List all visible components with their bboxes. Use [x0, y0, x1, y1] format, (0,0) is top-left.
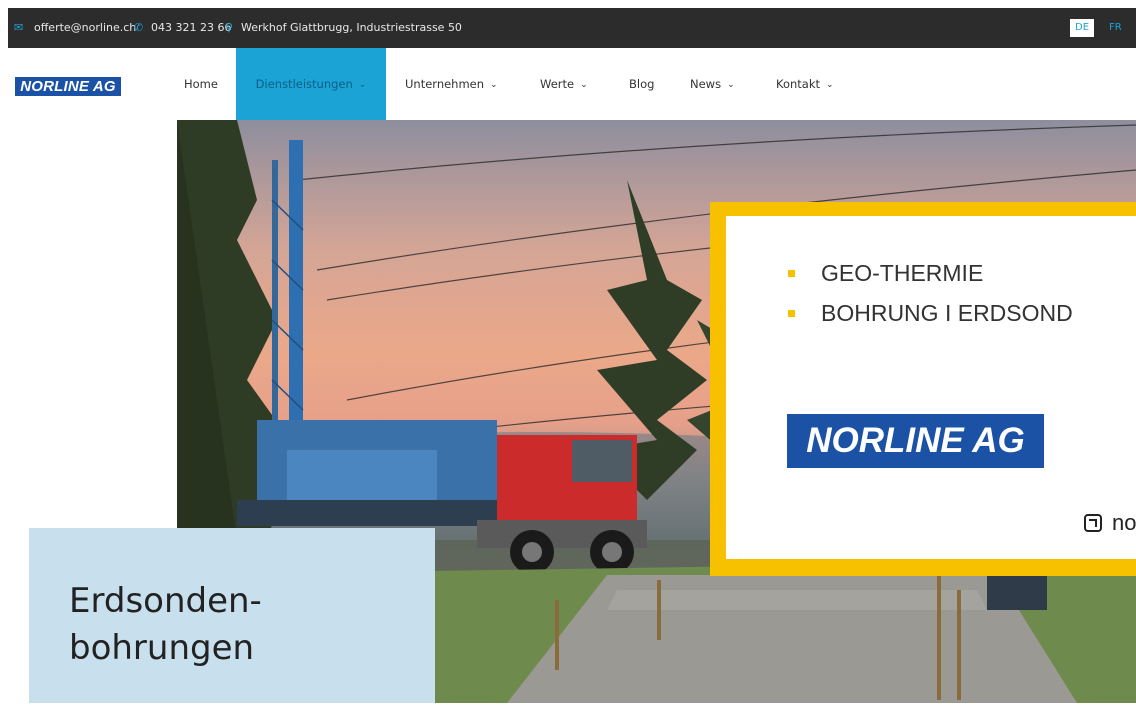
top-contact-bar: ✉ offerte@norline.ch ✆ 043 321 23 66 ⚲ W… [8, 8, 1136, 48]
nav-item-label: Unternehmen [405, 77, 485, 91]
nav-item-kontakt[interactable]: Kontakt ⌄ [776, 48, 834, 120]
main-navigation: NORLINE AG Home Dienstleistungen ⌄ Untern… [8, 48, 1136, 120]
nav-item-label: Dienstleistungen [255, 77, 353, 91]
nav-item-news[interactable]: News ⌄ [690, 48, 735, 120]
address-link[interactable]: Werkhof Glattbrugg, Industriestrasse 50 [241, 21, 462, 35]
nav-item-werte[interactable]: Werte ⌄ [540, 48, 588, 120]
chevron-down-icon: ⌄ [580, 80, 588, 90]
chevron-down-icon: ⌄ [826, 80, 834, 90]
nav-item-home[interactable]: Home [184, 48, 218, 120]
nav-item-label: Kontakt [776, 77, 821, 91]
nav-item-dienstleistungen[interactable]: Dienstleistungen ⌄ [236, 48, 386, 120]
chevron-down-icon: ⌄ [490, 80, 498, 90]
mail-icon: ✉ [14, 21, 24, 34]
bullet-square-icon [788, 270, 795, 277]
nav-item-unternehmen[interactable]: Unternehmen ⌄ [405, 48, 498, 120]
page-frame: ✉ offerte@norline.ch ✆ 043 321 23 66 ⚲ W… [8, 8, 1136, 703]
phone-link[interactable]: 043 321 23 66 [151, 21, 231, 35]
bullet-square-icon [788, 310, 795, 317]
nav-item-label: Werte [540, 77, 575, 91]
logo[interactable]: NORLINE AG [15, 77, 121, 96]
chevron-down-icon: ⌄ [727, 80, 735, 90]
nav-item-label: News [690, 77, 722, 91]
phone-icon: ✆ [134, 21, 144, 34]
email-link[interactable]: offerte@norline.ch [34, 21, 136, 35]
chevron-down-icon: ⌄ [358, 80, 367, 90]
bullet-text: GEO-THERMIE [821, 260, 984, 286]
external-link-icon [1084, 514, 1102, 532]
hero-title-box: Erdsonden- bohrungen [29, 528, 435, 703]
page-title: Erdsonden- bohrungen [69, 581, 262, 668]
card-logo: NORLINE AG [787, 414, 1044, 468]
nav-item-blog[interactable]: Blog [629, 48, 654, 120]
nav-item-label: Home [184, 77, 218, 91]
external-link-label: no [1112, 510, 1136, 535]
lang-fr[interactable]: FR [1104, 19, 1127, 37]
external-link[interactable]: no [1084, 510, 1136, 536]
map-pin-icon: ⚲ [225, 21, 234, 34]
nav-item-label: Blog [629, 77, 655, 91]
lang-de[interactable]: DE [1070, 19, 1095, 37]
bullet-text: BOHRUNG I ERDSOND [821, 300, 1073, 326]
info-card: GEO-THERMIE BOHRUNG I ERDSOND NORLINE AG… [726, 216, 1136, 559]
